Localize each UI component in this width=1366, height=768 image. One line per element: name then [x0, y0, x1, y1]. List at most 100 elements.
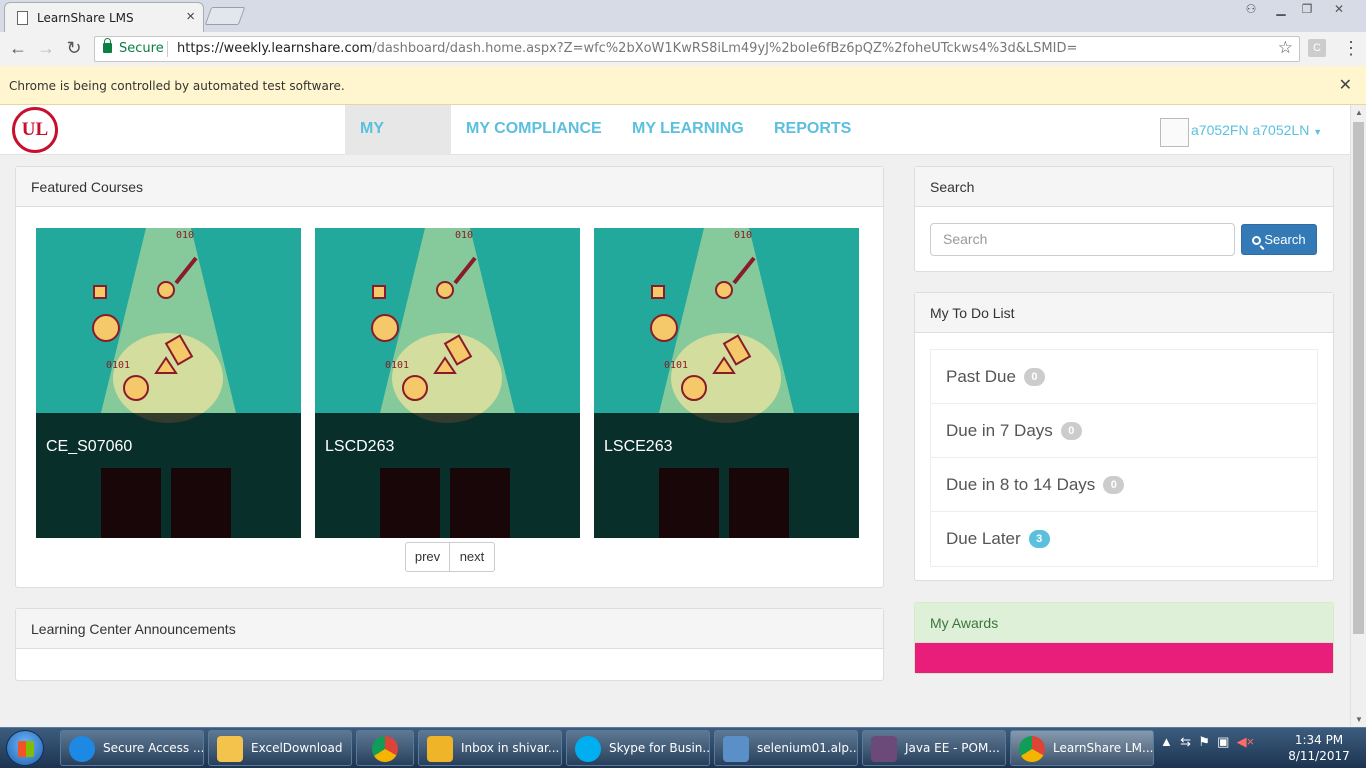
taskbar-label: Secure Access ...	[103, 741, 204, 755]
taskbar-label: Skype for Busin...	[609, 741, 710, 755]
nav-my-learning[interactable]: MY LEARNING	[617, 105, 759, 155]
remote-desktop-icon	[723, 736, 749, 762]
volume-muted-icon[interactable]: ◀×	[1237, 734, 1255, 749]
restore-icon[interactable]: ❐	[1294, 0, 1320, 18]
extension-icon[interactable]: C	[1308, 39, 1326, 57]
user-avatar[interactable]	[1160, 118, 1189, 147]
taskbar-item-eclipse[interactable]: Java EE - POM...	[862, 730, 1006, 766]
taskbar-clock[interactable]: 1:34 PM 8/11/2017	[1284, 732, 1354, 764]
todo-label: Due Later	[946, 529, 1021, 548]
browser-tab[interactable]: LearnShare LMS ×	[4, 2, 204, 32]
infobar-close-icon[interactable]: ✕	[1339, 75, 1352, 95]
url-text: https://weekly.learnshare.com/dashboard/…	[177, 41, 1077, 56]
flag-icon[interactable]: ⚑	[1198, 734, 1210, 749]
address-bar[interactable]: Secure https://weekly.learnshare.com/das…	[94, 36, 1300, 62]
chrome-icon	[372, 736, 398, 762]
taskbar-item-ie[interactable]: Secure Access ...	[60, 730, 204, 766]
network-share-icon[interactable]: ⇆	[1180, 734, 1191, 749]
announcements-panel: Learning Center Announcements	[15, 608, 884, 681]
system-tray[interactable]: ▲ ⇆ ⚑ ▣ ◀×	[1160, 734, 1254, 750]
next-button[interactable]: next	[450, 542, 495, 572]
scroll-thumb[interactable]	[1353, 122, 1364, 634]
url-host: https://weekly.learnshare.com	[177, 41, 373, 56]
taskbar-item-outlook[interactable]: Inbox in shivar...	[418, 730, 562, 766]
nav-my-compliance[interactable]: MY COMPLIANCE	[451, 105, 617, 155]
window-close-icon[interactable]: ✕	[1326, 0, 1352, 18]
awards-banner	[915, 643, 1333, 673]
search-button-label: Search	[1264, 232, 1306, 247]
taskbar-label: Inbox in shivar...	[461, 741, 560, 755]
todo-item-due-later[interactable]: Due Later 3	[931, 512, 1317, 566]
taskbar-item-remote-desktop[interactable]: selenium01.alp...	[714, 730, 858, 766]
scroll-up-icon[interactable]: ▲	[1355, 108, 1363, 117]
reload-icon[interactable]: ↻	[64, 38, 84, 58]
taskbar-label: LearnShare LM...	[1053, 741, 1154, 755]
course-title[interactable]: CE_S07060	[46, 438, 132, 456]
count-badge: 0	[1103, 475, 1125, 494]
page-scrollbar[interactable]: ▲ ▼	[1350, 105, 1366, 727]
search-icon	[1252, 236, 1262, 245]
search-panel: Search Search Search	[914, 166, 1334, 272]
course-card[interactable]: 010 0101 LSCE263	[594, 228, 859, 538]
close-icon[interactable]: ×	[186, 8, 195, 25]
taskbar-item-folder[interactable]: ExcelDownload	[208, 730, 352, 766]
windows-logo-icon	[18, 741, 34, 757]
search-title: Search	[915, 167, 1333, 207]
back-icon[interactable]: ←	[8, 38, 28, 58]
todo-panel: My To Do List Past Due 0 Due in 7 Days 0 D…	[914, 292, 1334, 581]
taskbar-item-chrome-learnshare[interactable]: LearnShare LM...	[1010, 730, 1154, 766]
todo-item-due-8-14-days[interactable]: Due in 8 to 14 Days 0	[931, 458, 1317, 512]
todo-item-due-7-days[interactable]: Due in 7 Days 0	[931, 404, 1317, 458]
taskbar-item-chrome[interactable]	[356, 730, 414, 766]
todo-list: Past Due 0 Due in 7 Days 0 Due in 8 to 14 …	[930, 349, 1318, 567]
awards-title: My Awards	[915, 603, 1333, 643]
course-card[interactable]: 010 0101 CE_S07060	[36, 228, 301, 538]
awards-panel: My Awards	[914, 602, 1334, 674]
ul-logo[interactable]: UL	[12, 107, 58, 153]
todo-item-past-due[interactable]: Past Due 0	[931, 350, 1317, 404]
taskbar-item-skype[interactable]: Skype for Busin...	[566, 730, 710, 766]
browser-toolbar: ← → ↻ Secure https://weekly.learnshare.c…	[0, 32, 1366, 66]
url-path: /dashboard/dash.home.aspx?Z=wfc%2bXoW1Kw…	[372, 41, 1078, 56]
search-button[interactable]: Search	[1241, 224, 1317, 255]
course-card[interactable]: 010 0101 LSCD263	[315, 228, 580, 538]
nav-reports[interactable]: REPORTS	[759, 105, 866, 155]
todo-label: Past Due	[946, 367, 1016, 386]
skype-icon	[575, 736, 601, 762]
bookmark-star-icon[interactable]: ☆	[1278, 38, 1293, 58]
svg-text:010: 010	[734, 230, 752, 241]
clock-date: 8/11/2017	[1288, 749, 1350, 763]
course-title[interactable]: LSCD263	[325, 438, 394, 456]
forward-icon[interactable]: →	[36, 38, 56, 58]
count-badge: 0	[1023, 367, 1045, 386]
user-menu[interactable]: a7052FN a7052LN ▼	[1191, 122, 1322, 138]
count-badge: 0	[1060, 421, 1082, 440]
chrome-menu-icon[interactable]: ⋮	[1342, 38, 1360, 59]
new-tab-button[interactable]	[204, 7, 246, 25]
todo-label: Due in 7 Days	[946, 421, 1053, 440]
card-overlay	[36, 413, 301, 538]
start-button[interactable]	[6, 730, 44, 766]
network-icon[interactable]: ▣	[1217, 734, 1229, 749]
nav-my-home[interactable]: MY HOME	[345, 105, 451, 185]
tray-expand-icon[interactable]: ▲	[1160, 734, 1173, 749]
card-overlay	[315, 413, 580, 538]
page-icon	[17, 11, 28, 25]
card-overlay	[594, 413, 859, 538]
tab-title: LearnShare LMS	[37, 11, 134, 25]
site-navbar: UL MY HOME MY COMPLIANCE MY LEARNING REP…	[0, 105, 1350, 185]
user-icon[interactable]: ⚇	[1238, 0, 1264, 18]
page-viewport: UL MY HOME MY COMPLIANCE MY LEARNING REP…	[0, 105, 1350, 727]
scroll-down-icon[interactable]: ▼	[1355, 715, 1363, 724]
prev-button[interactable]: prev	[405, 542, 450, 572]
course-title[interactable]: LSCE263	[604, 438, 673, 456]
automation-infobar: Chrome is being controlled by automated …	[0, 66, 1366, 105]
taskbar-label: ExcelDownload	[251, 741, 343, 755]
folder-icon	[217, 736, 243, 762]
search-input[interactable]: Search	[930, 223, 1235, 256]
lock-icon	[103, 38, 112, 53]
svg-text:0101: 0101	[106, 360, 130, 371]
taskbar-label: Java EE - POM...	[905, 741, 1000, 755]
caret-down-icon: ▼	[1313, 127, 1323, 137]
minimize-icon[interactable]: ▁	[1268, 0, 1294, 18]
